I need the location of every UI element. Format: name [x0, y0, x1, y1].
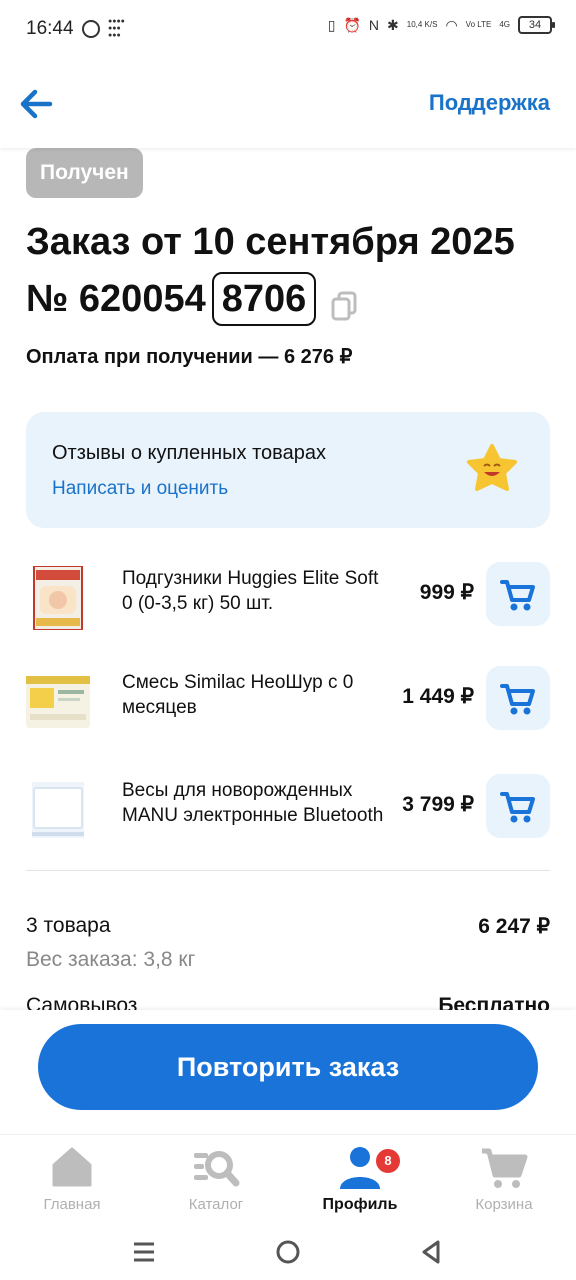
product-item[interactable]: Весы для новорожденных MANU электронные …: [0, 774, 576, 878]
write-review-link[interactable]: Написать и оценить: [52, 478, 228, 500]
notification-icon: [82, 19, 100, 38]
repeat-order-button[interactable]: Повторить заказ: [38, 1024, 538, 1110]
profile-notification-badge: 8: [374, 1147, 402, 1175]
product-item[interactable]: Подгузники Huggies Elite Soft 0 (0-3,5 к…: [0, 562, 576, 666]
star-smile-icon: [467, 444, 517, 491]
tab-cart[interactable]: Корзина: [444, 1135, 564, 1225]
tab-home-label: Главная: [43, 1196, 101, 1213]
status-time: 16:44: [26, 18, 74, 39]
product-image-scale: [32, 782, 84, 838]
pickup-value: Бесплатно: [438, 994, 550, 1010]
home-icon: [52, 1147, 92, 1187]
alarm-icon: ⏰: [343, 16, 361, 33]
home-circle-icon[interactable]: [272, 1236, 304, 1268]
cart-icon: [500, 580, 535, 611]
divider: [26, 870, 550, 871]
order-weight: Вес заказа: 3,8 кг: [26, 948, 196, 971]
product-price: 3 799 ₽: [402, 793, 474, 816]
cart-icon: [500, 792, 535, 823]
order-number-suffix: 8706: [211, 272, 317, 326]
product-item[interactable]: Смесь Similac НеоШур с 0 месяцев 1 449 ₽: [0, 666, 576, 770]
nfc-icon: N: [368, 17, 380, 33]
pickup-label: Самовывоз: [26, 994, 138, 1010]
items-total: 6 247 ₽: [478, 915, 550, 938]
tab-profile[interactable]: 8 Профиль: [300, 1135, 420, 1225]
tab-catalog[interactable]: Каталог: [156, 1135, 276, 1225]
cart-icon: [500, 684, 535, 715]
product-image-formula: [26, 676, 90, 728]
add-to-cart-button[interactable]: [486, 562, 550, 626]
product-price: 1 449 ₽: [402, 685, 474, 708]
menu-icon[interactable]: [128, 1236, 160, 1268]
bluetooth-icon: ✱: [387, 16, 399, 33]
product-image-diapers: [33, 566, 83, 630]
reviews-card[interactable]: Отзывы о купленных товарах Написать и оц…: [26, 412, 550, 528]
copy-icon[interactable]: [330, 284, 358, 321]
cart-icon: [482, 1148, 528, 1188]
battery-icon: 34: [518, 16, 555, 34]
arrow-left-icon: [20, 89, 53, 119]
items-count: 3 товара: [26, 914, 111, 937]
top-header: Поддержка: [0, 58, 576, 148]
status-bar: 16:44 ●●●● ●●● ●●● ▯ ⏰ N ✱ 10,4 K/S ◠ Vo…: [0, 0, 576, 58]
back-triangle-icon[interactable]: [416, 1236, 448, 1268]
catalog-search-icon: [194, 1151, 240, 1187]
net-speed: 10,4 K/S: [406, 20, 438, 29]
tab-cart-label: Корзина: [475, 1196, 533, 1213]
app-notification-icon: ●●●● ●●● ●●●: [108, 18, 125, 39]
tab-catalog-label: Каталог: [188, 1196, 244, 1213]
status-badge: Получен: [26, 148, 143, 198]
network-indicator: 4G: [499, 20, 510, 29]
payment-info: Оплата при получении — 6 276 ₽: [26, 346, 353, 368]
bottom-tab-bar: Главная Каталог 8 Профиль Корзина: [0, 1134, 576, 1225]
order-title: Заказ от 10 сентября 2025: [26, 221, 515, 263]
order-number-prefix: № 620054: [26, 278, 206, 320]
add-to-cart-button[interactable]: [486, 666, 550, 730]
order-number: № 620054 8706: [26, 272, 358, 326]
product-name[interactable]: Подгузники Huggies Elite Soft 0 (0-3,5 к…: [122, 566, 384, 616]
product-name[interactable]: Смесь Similac НеоШур с 0 месяцев: [122, 670, 384, 720]
vibrate-icon: ▯: [327, 16, 336, 33]
back-button[interactable]: [16, 84, 56, 124]
wifi-icon: ◠: [445, 16, 458, 33]
support-link[interactable]: Поддержка: [429, 90, 550, 116]
tab-home[interactable]: Главная: [12, 1135, 132, 1225]
system-nav-bar: [0, 1224, 576, 1280]
product-name[interactable]: Весы для новорожденных MANU электронные …: [122, 778, 384, 828]
product-price: 999 ₽: [419, 581, 474, 604]
volte-indicator: Vo LTE: [465, 20, 492, 29]
tab-profile-label: Профиль: [322, 1196, 398, 1213]
add-to-cart-button[interactable]: [486, 774, 550, 838]
reviews-title: Отзывы о купленных товарах: [52, 442, 326, 464]
order-details: Получен Заказ от 10 сентября 2025 № 6200…: [0, 148, 576, 1010]
repeat-order-bar: Повторить заказ: [0, 1010, 576, 1134]
